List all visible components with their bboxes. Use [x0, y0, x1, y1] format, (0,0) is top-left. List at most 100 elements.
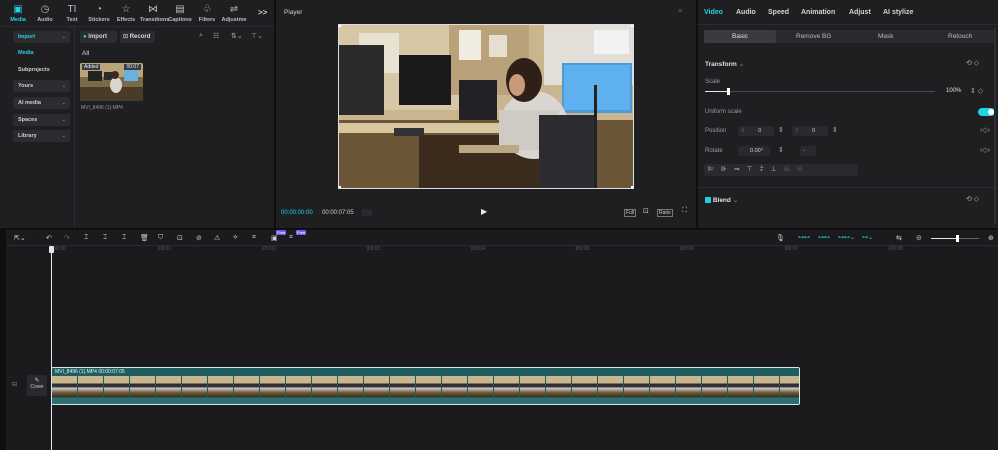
timeline-clip[interactable]: MVI_8496 (1).MP4 00:00:07:05 — [51, 367, 800, 405]
toolbar-adjustme-button[interactable]: ⇌ Adjustme — [221, 4, 247, 23]
toolbar-text-button[interactable]: TI Text — [59, 4, 85, 23]
sidebar-item-media[interactable]: Media — [13, 47, 70, 59]
zoom-slider-knob[interactable] — [956, 235, 960, 242]
zoom-slider-track[interactable] — [931, 235, 979, 242]
align-h-icon[interactable]: ⊞ — [784, 166, 797, 173]
search-icon[interactable]: ⌕ — [199, 32, 203, 40]
magnet-icon[interactable]: ⊶⊷ — [818, 234, 830, 241]
tab-video[interactable]: Video — [704, 9, 723, 16]
sort-icon[interactable]: ⇅⌄ — [231, 32, 243, 40]
sidebar-item-yours[interactable]: Yours ⌄ — [13, 80, 70, 92]
ai-tool-icon[interactable]: ⌗ — [289, 234, 293, 242]
freeze-icon[interactable]: ⊡ — [177, 234, 183, 242]
auto-reframe-icon[interactable]: ▣ — [271, 234, 278, 242]
scale-slider-track[interactable] — [705, 88, 935, 95]
track-lock-icon[interactable]: ⊟ — [12, 381, 17, 388]
zoom-in-icon[interactable]: ⊕ — [988, 234, 994, 242]
toolbar-captions-button[interactable]: ▤ Captions — [167, 4, 193, 23]
frame-handle-br[interactable] — [631, 186, 633, 188]
align-top-icon[interactable]: ⊤ — [747, 166, 760, 173]
align-left-icon[interactable]: ⊫ — [708, 166, 721, 173]
fit-timeline-icon[interactable]: ⇆ — [896, 234, 902, 242]
scale-stepper-icon[interactable]: ⇕ ◇ — [970, 87, 983, 95]
linkage-icon[interactable]: ⊶⊷⌄ — [838, 234, 855, 241]
filter-icon[interactable]: ⊤⌄ — [251, 32, 263, 40]
full-quality-button[interactable]: Full — [624, 209, 637, 217]
inspector-scrollbar[interactable] — [994, 28, 996, 224]
sidebar-item-import[interactable]: Import ⌄ — [13, 31, 70, 43]
subtab-mask[interactable]: Mask — [878, 33, 894, 40]
record-button[interactable]: ⊡ Record — [120, 31, 155, 43]
toolbar-audio-button[interactable]: ◷ Audio — [32, 4, 58, 23]
toolbar-transitions-button[interactable]: ⋈ Transitions — [140, 4, 169, 23]
tab-adjust[interactable]: Adjust — [849, 9, 871, 16]
frame-handle-bl[interactable] — [339, 186, 341, 188]
align-center-icon[interactable]: ⊪ — [721, 166, 734, 173]
link-main-track-icon[interactable]: ⊶⊷ — [798, 234, 810, 241]
position-y-stepper-icon[interactable]: ⇕ — [832, 126, 838, 134]
player-menu-icon[interactable]: ≡ — [678, 8, 682, 15]
blend-checkbox[interactable] — [705, 197, 711, 203]
toolbar-stickers-button[interactable]: ◔ Stickers — [86, 4, 112, 23]
toolbar-filters-button[interactable]: ♧ Filters — [194, 4, 220, 23]
tab-speed[interactable]: Speed — [768, 9, 789, 16]
video-preview[interactable] — [338, 24, 634, 189]
frame-handle-tr[interactable] — [631, 25, 633, 27]
redo-icon[interactable]: ↷ — [64, 234, 70, 242]
blend-section-title[interactable]: Blend ⌄ — [705, 196, 738, 204]
align-middle-icon[interactable]: ⫩ — [760, 166, 771, 173]
align-right-icon[interactable]: ⫤ — [734, 166, 746, 173]
rotate-stepper-icon[interactable]: ⇕ — [778, 146, 784, 154]
toolbar-media-button[interactable]: ▣ Media — [5, 4, 31, 23]
select-tool-icon[interactable]: ⇱⌄ — [14, 234, 26, 242]
subtab-remove-bg[interactable]: Remove BG — [796, 33, 831, 40]
position-y-field[interactable]: Y 0 — [792, 126, 828, 136]
align-bottom-icon[interactable]: ⊥ — [771, 166, 784, 173]
sidebar-item-spaces[interactable]: Spaces ⌄ — [13, 114, 70, 126]
more-tools-button[interactable]: >> — [258, 8, 267, 17]
playhead[interactable] — [51, 246, 52, 450]
cover-button[interactable]: ✎ Cover — [27, 375, 47, 396]
ratio-button[interactable]: Ratio — [657, 209, 673, 217]
filter-all-tab[interactable]: All — [82, 50, 89, 57]
subtab-retouch[interactable]: Retouch — [948, 33, 972, 40]
position-x-field[interactable]: X 0 — [738, 126, 774, 136]
toolbar-effects-button[interactable]: ☆ Effects — [113, 4, 139, 23]
timecode-toggle-icon[interactable] — [362, 209, 372, 216]
split-icon[interactable]: ⌶ — [84, 234, 88, 242]
tab-audio[interactable]: Audio — [736, 9, 756, 16]
transform-section-title[interactable]: Transform ⌄ — [705, 60, 744, 68]
sidebar-item-library[interactable]: Library ⌄ — [13, 130, 70, 142]
position-keyframe-icon[interactable]: ‹◇› — [980, 126, 990, 134]
crop-icon[interactable]: ⌗ — [252, 234, 256, 242]
marker-icon[interactable]: ⛉ — [158, 234, 163, 242]
scale-slider-knob[interactable] — [727, 88, 730, 95]
tab-ai-stylize[interactable]: AI stylize — [883, 9, 913, 16]
playhead-handle[interactable] — [49, 246, 54, 253]
play-icon[interactable]: ▶ — [481, 207, 487, 216]
microphone-icon[interactable]: 🎙 — [776, 234, 785, 242]
view-grid-icon[interactable]: ☷ — [213, 32, 219, 40]
position-x-stepper-icon[interactable]: ⇕ — [778, 126, 784, 134]
import-button[interactable]: ● Import — [80, 31, 117, 43]
align-v-icon[interactable]: ⊟ — [797, 166, 810, 173]
tab-animation[interactable]: Animation — [801, 9, 835, 16]
rotate-field[interactable]: 0.00° — [738, 146, 770, 156]
focus-icon[interactable]: ⊡ — [643, 207, 649, 215]
media-clip-card[interactable]: Added 00:07 — [80, 63, 143, 101]
blend-reset-icon[interactable]: ⟲ ◇ — [966, 195, 979, 203]
preview-axis-icon[interactable]: ⊶⌄ — [862, 234, 873, 241]
rotate-keyframe-icon[interactable]: ‹◇› — [980, 146, 990, 154]
uniform-scale-toggle[interactable] — [978, 108, 995, 116]
scale-value[interactable]: 100% — [946, 88, 961, 94]
zoom-out-icon[interactable]: ⊝ — [916, 234, 922, 242]
delete-icon[interactable]: 🗑 — [140, 234, 149, 242]
reset-icon[interactable]: ⟲ ◇ — [966, 59, 979, 67]
sidebar-item-ai-media[interactable]: AI media ⌄ — [13, 97, 70, 109]
mirror-icon[interactable]: ⚠ — [214, 234, 220, 242]
split-right-icon[interactable]: ⌶ — [122, 234, 126, 242]
rotate-flip-field[interactable]: - — [800, 146, 816, 156]
fullscreen-icon[interactable]: ⛶ — [682, 207, 687, 215]
split-left-icon[interactable]: ⌶ — [103, 234, 107, 242]
frame-handle-tl[interactable] — [339, 25, 341, 27]
